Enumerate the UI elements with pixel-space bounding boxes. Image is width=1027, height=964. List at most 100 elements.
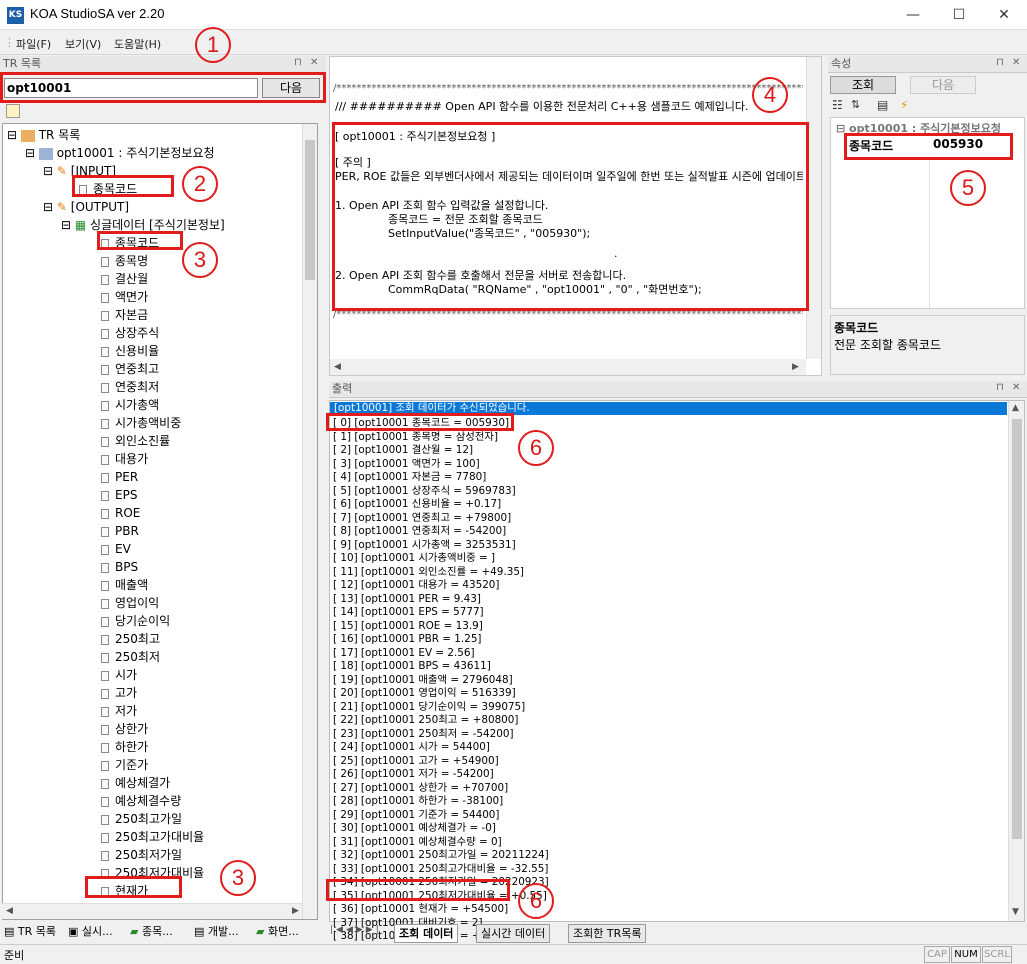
tree-output-field[interactable]: 대용가 xyxy=(101,450,148,468)
tree-output-field[interactable]: 250최고가대비율 xyxy=(101,828,204,846)
output-line[interactable]: [ 24] [opt10001 시가 = 54400] xyxy=(333,741,490,755)
tab-dev[interactable]: ▤ 개발... xyxy=(194,923,239,939)
output-line[interactable]: [ 4] [opt10001 자본금 = 7780] xyxy=(333,471,486,485)
output-line[interactable]: [ 5] [opt10001 상장주식 = 5969783] xyxy=(333,485,516,499)
output-line[interactable]: [ 7] [opt10001 연중최고 = +79800] xyxy=(333,512,511,526)
categorized-icon[interactable]: ☷ xyxy=(832,98,843,112)
tree-output-field[interactable]: 외인소진률 xyxy=(101,432,170,450)
tree-output-field[interactable]: 연중최고 xyxy=(101,360,159,378)
output-line[interactable]: [ 33] [opt10001 250최고가대비율 = -32.55] xyxy=(333,863,548,877)
output-line[interactable]: [ 27] [opt10001 상한가 = +70700] xyxy=(333,782,508,796)
tab-query-tr-list[interactable]: 조회한 TR목록 xyxy=(568,924,647,943)
pin-icon[interactable]: ⊓ xyxy=(996,57,1004,68)
tree-hscrollbar[interactable]: ◀ ▶ xyxy=(2,903,302,919)
events-icon[interactable]: ⚡ xyxy=(900,98,908,112)
output-line[interactable]: [ 31] [opt10001 예상체결수량 = 0] xyxy=(333,836,502,850)
tree-output-field[interactable]: 시가총액비중 xyxy=(101,414,181,432)
property-pages-icon[interactable]: ▤ xyxy=(877,98,888,112)
output-line[interactable]: [ 20] [opt10001 영업이익 = 516339] xyxy=(333,687,516,701)
tree-output-field[interactable]: 액면가 xyxy=(101,288,148,306)
menu-view[interactable]: 보기(V) xyxy=(65,36,101,52)
output-line[interactable]: [ 14] [opt10001 EPS = 5777] xyxy=(333,606,484,620)
menu-file[interactable]: 파일(F) xyxy=(16,36,51,52)
close-button[interactable]: ✕ xyxy=(981,0,1027,30)
close-pane-icon[interactable]: ✕ xyxy=(1012,382,1020,393)
scroll-thumb[interactable] xyxy=(305,140,315,280)
tab-tr-list[interactable]: ▤ TR 목록 xyxy=(4,923,56,939)
output-line[interactable]: [ 9] [opt10001 시가총액 = 3253531] xyxy=(333,539,516,553)
tree-output-field[interactable]: 결산월 xyxy=(101,270,148,288)
output-line[interactable]: [ 28] [opt10001 하한가 = -38100] xyxy=(333,795,503,809)
output-line[interactable]: [ 10] [opt10001 시가총액비중 = ] xyxy=(333,552,495,566)
output-scrollbar[interactable]: ▲ ▼ xyxy=(1008,401,1024,921)
tree-output-field[interactable]: PER xyxy=(101,468,138,486)
toolbar-doc-icon[interactable] xyxy=(6,104,20,118)
output-line[interactable]: [ 12] [opt10001 대용가 = 43520] xyxy=(333,579,499,593)
output-line[interactable]: [ 30] [opt10001 예상체결가 = -0] xyxy=(333,822,496,836)
props-tab-next[interactable]: 다음 xyxy=(910,76,976,94)
tree-output-field[interactable]: 250최고가일 xyxy=(101,810,182,828)
tree-output-field[interactable]: 시가총액 xyxy=(101,396,159,414)
output-line[interactable]: [ 3] [opt10001 액면가 = 100] xyxy=(333,458,480,472)
tree-output-field[interactable]: 상한가 xyxy=(101,720,148,738)
output-line[interactable]: [ 22] [opt10001 250최고 = +80800] xyxy=(333,714,518,728)
tree-output-field[interactable]: EPS xyxy=(101,486,137,504)
output-line[interactable]: [ 15] [opt10001 ROE = 13.9] xyxy=(333,620,483,634)
tree-output-field[interactable]: 종목명 xyxy=(101,252,148,270)
scroll-thumb[interactable] xyxy=(1012,419,1022,839)
menu-help[interactable]: 도움말(H) xyxy=(114,36,161,52)
close-pane-icon[interactable]: ✕ xyxy=(1012,57,1020,68)
tree-output-field[interactable]: 매출액 xyxy=(101,576,148,594)
tree-output-field[interactable]: 당기순이익 xyxy=(101,612,170,630)
output-line[interactable]: [ 17] [opt10001 EV = 2.56] xyxy=(333,647,475,661)
pin-icon[interactable]: ⊓ xyxy=(996,382,1004,393)
tree-output-field[interactable]: 250최저가일 xyxy=(101,846,182,864)
tree-output-field[interactable]: 연중최저 xyxy=(101,378,159,396)
output-line[interactable]: [ 1] [opt10001 종목명 = 삼성전자] xyxy=(333,431,498,445)
tree-output-field[interactable]: EV xyxy=(101,540,131,558)
minimize-button[interactable]: — xyxy=(890,0,936,30)
output-line[interactable]: [ 25] [opt10001 고가 = +54900] xyxy=(333,755,499,769)
tab-realtime-data[interactable]: 실시간 데이터 xyxy=(476,924,551,943)
tree-output-field[interactable]: 250최고 xyxy=(101,630,160,648)
sort-az-icon[interactable]: ⇅ xyxy=(851,98,860,111)
tree-output-field[interactable]: 저가 xyxy=(101,702,137,720)
props-tab-query[interactable]: 조회 xyxy=(830,76,896,94)
tree-output-field[interactable]: 기준가 xyxy=(101,756,148,774)
tree-output-field[interactable]: 고가 xyxy=(101,684,137,702)
tab-query-data[interactable]: 조회 데이터 xyxy=(394,924,459,943)
output-line[interactable]: [ 11] [opt10001 외인소진률 = +49.35] xyxy=(333,566,524,580)
output-line[interactable]: [ 23] [opt10001 250최저 = -54200] xyxy=(333,728,514,742)
tree-output-field[interactable]: 영업이익 xyxy=(101,594,159,612)
tree-output-field[interactable]: 자본금 xyxy=(101,306,148,324)
tree-output-field[interactable]: 상장주식 xyxy=(101,324,159,342)
tree-output-field[interactable]: 예상체결수량 xyxy=(101,792,181,810)
tab-screen[interactable]: ▰ 화면... xyxy=(256,923,299,939)
output-line[interactable]: [ 19] [opt10001 매출액 = 2796048] xyxy=(333,674,513,688)
output-line[interactable]: [ 2] [opt10001 결산월 = 12] xyxy=(333,444,473,458)
tree-output-field[interactable]: ROE xyxy=(101,504,140,522)
output-line[interactable]: [ 32] [opt10001 250최고가일 = 20211224] xyxy=(333,849,549,863)
maximize-button[interactable]: ☐ xyxy=(936,0,982,30)
output-line[interactable]: [ 13] [opt10001 PER = 9.43] xyxy=(333,593,481,607)
tree-output-field[interactable]: 신용비율 xyxy=(101,342,159,360)
tree-scrollbar[interactable] xyxy=(302,124,317,919)
output-tab-nav[interactable]: |◀◀▶▶| xyxy=(330,925,392,942)
tree-output-field[interactable]: 하한가 xyxy=(101,738,148,756)
tree-output-field[interactable]: 시가 xyxy=(101,666,137,684)
tab-stock[interactable]: ▰ 종목... xyxy=(130,923,173,939)
output-line[interactable]: [ 18] [opt10001 BPS = 43611] xyxy=(333,660,491,674)
pin-icon[interactable]: ⊓ xyxy=(294,57,302,68)
tree-output-field[interactable]: 예상체결가 xyxy=(101,774,170,792)
close-pane-icon[interactable]: ✕ xyxy=(310,57,318,68)
output-line[interactable]: [ 16] [opt10001 PBR = 1.25] xyxy=(333,633,482,647)
tree-output-node[interactable]: ⊟ ✎ [OUTPUT] xyxy=(43,198,129,216)
output-line[interactable]: [ 29] [opt10001 기준가 = 54400] xyxy=(333,809,499,823)
tree-output-field[interactable]: 250최저 xyxy=(101,648,160,666)
tree-tr-node[interactable]: ⊟ opt10001 : 주식기본정보요청 xyxy=(25,144,215,162)
tab-realtime[interactable]: ▣ 실시... xyxy=(68,923,113,939)
output-line[interactable]: [ 21] [opt10001 당기순이익 = 399075] xyxy=(333,701,525,715)
output-line[interactable]: [ 8] [opt10001 연중최저 = -54200] xyxy=(333,525,506,539)
output-line[interactable]: [ 26] [opt10001 저가 = -54200] xyxy=(333,768,494,782)
tree-output-field[interactable]: PBR xyxy=(101,522,139,540)
